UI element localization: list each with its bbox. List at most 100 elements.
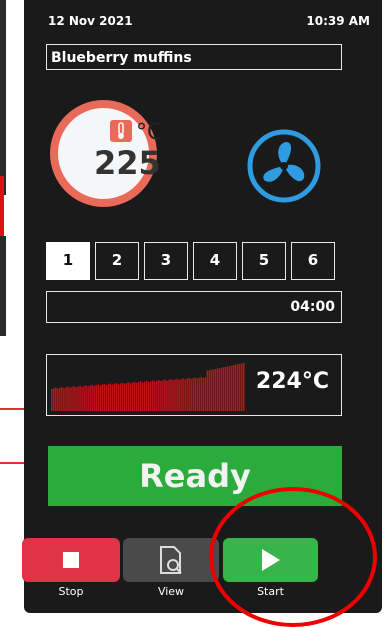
graph-bar: [224, 366, 227, 411]
graph-bar: [152, 380, 154, 411]
graph-bar: [192, 378, 194, 411]
graph-bar: [208, 370, 211, 411]
view-label: View: [157, 585, 185, 598]
graph-bar: [180, 378, 182, 411]
graph-bar: [129, 383, 132, 411]
graph-bar: [236, 364, 239, 411]
graph-bar: [61, 387, 63, 411]
graph-bar: [182, 378, 184, 411]
graph-bar: [123, 383, 126, 411]
page-edge: [0, 0, 6, 195]
graph-bar: [242, 363, 245, 411]
graph-bar: [63, 388, 65, 411]
graph-bar: [206, 370, 209, 411]
graph-bar: [196, 378, 199, 411]
step-2-button[interactable]: 2: [95, 242, 139, 280]
graph-bar: [174, 379, 176, 411]
thermometer-icon: [110, 120, 132, 142]
graph-bar: [210, 369, 213, 411]
recipe-name-field[interactable]: Blueberry muffins: [46, 44, 342, 70]
timer-field[interactable]: 04:00: [46, 291, 342, 323]
graph-bar: [204, 377, 207, 411]
page-edge: [0, 236, 6, 336]
set-temperature: 225: [94, 144, 161, 182]
graph-bar: [127, 382, 130, 411]
graph-bar: [240, 363, 243, 411]
graph-bar: [228, 365, 231, 411]
graph-bar: [53, 388, 55, 411]
graph-bar: [216, 368, 219, 411]
graph-bar: [51, 389, 53, 411]
graph-bar: [164, 379, 166, 411]
view-button[interactable]: [123, 538, 219, 582]
recipe-view-icon: [160, 546, 182, 574]
step-1-button[interactable]: 1: [46, 242, 90, 280]
graph-bar: [87, 386, 89, 411]
graph-bar: [156, 380, 158, 411]
graph-bar: [99, 385, 102, 411]
step-6-button[interactable]: 6: [291, 242, 335, 280]
graph-bar: [212, 369, 215, 411]
graph-bar: [93, 385, 95, 411]
temperature-unit: °C: [136, 120, 163, 145]
graph-bar: [95, 385, 97, 411]
graph-bar: [113, 383, 116, 411]
graph-bar: [172, 380, 174, 411]
stop-button[interactable]: [22, 538, 120, 582]
graph-bar: [178, 379, 180, 411]
graph-bar: [91, 384, 93, 411]
graph-bar: [150, 381, 152, 411]
temperature-graph: 224°C: [46, 354, 342, 416]
temperature-gauge[interactable]: °C 225: [50, 100, 162, 207]
graph-bar: [75, 387, 77, 411]
graph-bar: [222, 367, 225, 411]
temperature-history-bars: [51, 363, 245, 411]
graph-bar: [73, 386, 75, 411]
graph-bar: [234, 364, 237, 411]
graph-bar: [117, 384, 120, 411]
graph-bar: [141, 382, 144, 411]
graph-bar: [77, 386, 79, 411]
fan-icon[interactable]: [246, 128, 322, 204]
stop-label: Stop: [58, 585, 84, 598]
graph-bar: [176, 378, 178, 411]
graph-bar: [194, 377, 196, 411]
graph-bar: [154, 381, 156, 411]
step-3-button[interactable]: 3: [144, 242, 188, 280]
graph-bar: [79, 385, 81, 411]
graph-bar: [131, 382, 134, 411]
temperature-dial: °C 225: [58, 108, 162, 199]
graph-bar: [160, 381, 162, 411]
graph-bar: [125, 382, 128, 411]
graph-bar: [111, 384, 114, 411]
graph-bar: [89, 385, 91, 411]
step-5-button[interactable]: 5: [242, 242, 286, 280]
graph-bar: [162, 380, 164, 411]
graph-bar: [184, 379, 186, 411]
graph-bar: [190, 378, 192, 411]
graph-bar: [109, 383, 112, 411]
graph-bar: [139, 381, 142, 411]
graph-bar: [148, 381, 150, 411]
graph-bar: [69, 387, 71, 411]
graph-bar: [101, 384, 104, 411]
graph-bar: [57, 388, 59, 411]
stop-icon: [63, 552, 79, 568]
graph-bar: [65, 387, 67, 411]
time-display: 10:39 AM: [306, 14, 370, 28]
graph-bar: [97, 384, 99, 411]
graph-bar: [202, 377, 205, 411]
graph-bar: [166, 380, 168, 411]
graph-bar: [158, 379, 160, 411]
step-4-button[interactable]: 4: [193, 242, 237, 280]
graph-bar: [226, 366, 229, 411]
graph-bar: [67, 386, 69, 411]
graph-bar: [55, 387, 57, 411]
graph-bar: [168, 379, 170, 411]
step-selector: 1 2 3 4 5 6: [46, 242, 335, 280]
graph-bar: [186, 378, 188, 411]
graph-bar: [119, 383, 122, 411]
graph-bar: [105, 385, 108, 411]
graph-bar: [135, 382, 138, 411]
graph-bar: [145, 380, 148, 411]
